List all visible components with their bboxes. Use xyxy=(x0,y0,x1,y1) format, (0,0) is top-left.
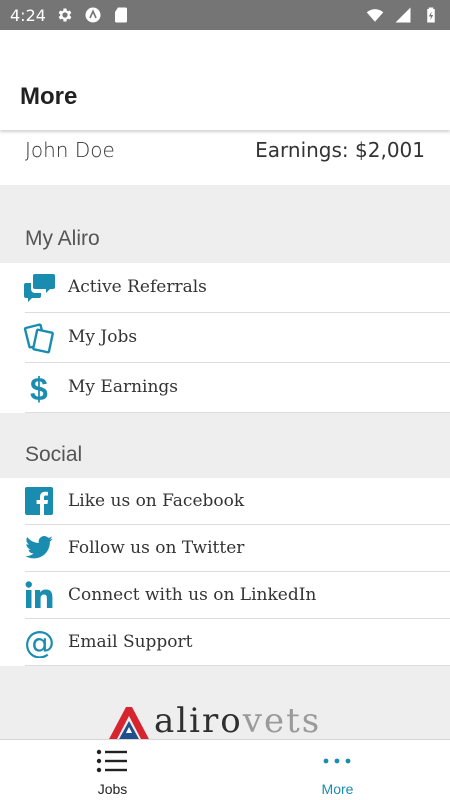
chat-bubbles-icon xyxy=(24,274,55,302)
battery-charging-icon xyxy=(427,7,435,23)
menu-item-my-earnings[interactable]: $ My Earnings xyxy=(0,363,450,413)
dollar-icon: $ xyxy=(30,372,48,404)
menu-item-linkedin[interactable]: Connect with us on LinkedIn xyxy=(0,572,450,619)
menu-item-label: Active Referrals xyxy=(68,277,207,297)
svg-text:$: $ xyxy=(30,372,48,404)
svg-text:@: @ xyxy=(24,626,55,658)
linkedin-icon xyxy=(25,581,53,608)
menu-item-label: Email Support xyxy=(68,632,193,652)
menu-item-label: My Jobs xyxy=(68,327,138,347)
earnings-total: Earnings: $2,001 xyxy=(255,138,425,162)
menu-item-label: My Earnings xyxy=(68,377,179,397)
section-header-social: Social xyxy=(0,413,450,478)
section-title-my-aliro: My Aliro xyxy=(25,227,100,250)
wifi-icon xyxy=(366,9,384,22)
app-header: More xyxy=(0,30,450,130)
status-bar: 4:24 xyxy=(0,0,450,30)
facebook-icon xyxy=(25,487,53,515)
menu-item-label: Connect with us on LinkedIn xyxy=(68,585,317,605)
signal-icon xyxy=(395,7,411,23)
list-icon xyxy=(96,749,127,773)
user-name: John Doe xyxy=(25,138,115,162)
logo-mark-icon xyxy=(108,707,150,741)
menu-item-twitter[interactable]: Follow us on Twitter xyxy=(0,525,450,572)
logo-text-main: aliro xyxy=(154,701,243,741)
section-header-my-aliro: My Aliro xyxy=(0,185,450,263)
menu-item-label: Follow us on Twitter xyxy=(68,538,245,558)
at-sign-icon: @ xyxy=(24,626,55,658)
profile-row[interactable]: John Doe Earnings: $2,001 xyxy=(0,130,450,185)
status-time: 4:24 xyxy=(10,5,46,25)
more-dots-icon xyxy=(323,758,351,764)
gear-icon xyxy=(58,8,72,22)
tab-jobs[interactable]: Jobs xyxy=(0,740,225,800)
section-title-social: Social xyxy=(25,443,83,466)
cards-icon xyxy=(24,323,54,354)
menu-item-email-support[interactable]: @ Email Support xyxy=(0,619,450,666)
tab-more[interactable]: More xyxy=(225,740,450,800)
menu-item-my-jobs[interactable]: My Jobs xyxy=(0,313,450,363)
tab-more-label: More xyxy=(321,781,354,797)
sd-card-icon xyxy=(114,7,127,23)
menu-item-active-referrals[interactable]: Active Referrals xyxy=(0,263,450,313)
app-a-icon xyxy=(85,7,101,23)
page-title: More xyxy=(20,83,78,110)
logo-text: alirovets xyxy=(154,701,321,741)
bottom-tab-bar: Jobs More xyxy=(0,739,450,800)
alirovets-logo: alirovets xyxy=(104,697,354,742)
menu-item-label: Like us on Facebook xyxy=(68,491,245,511)
logo-text-accent: vets xyxy=(242,701,322,741)
twitter-icon xyxy=(25,536,53,559)
tab-jobs-label: Jobs xyxy=(97,781,128,797)
menu-item-facebook[interactable]: Like us on Facebook xyxy=(0,478,450,525)
